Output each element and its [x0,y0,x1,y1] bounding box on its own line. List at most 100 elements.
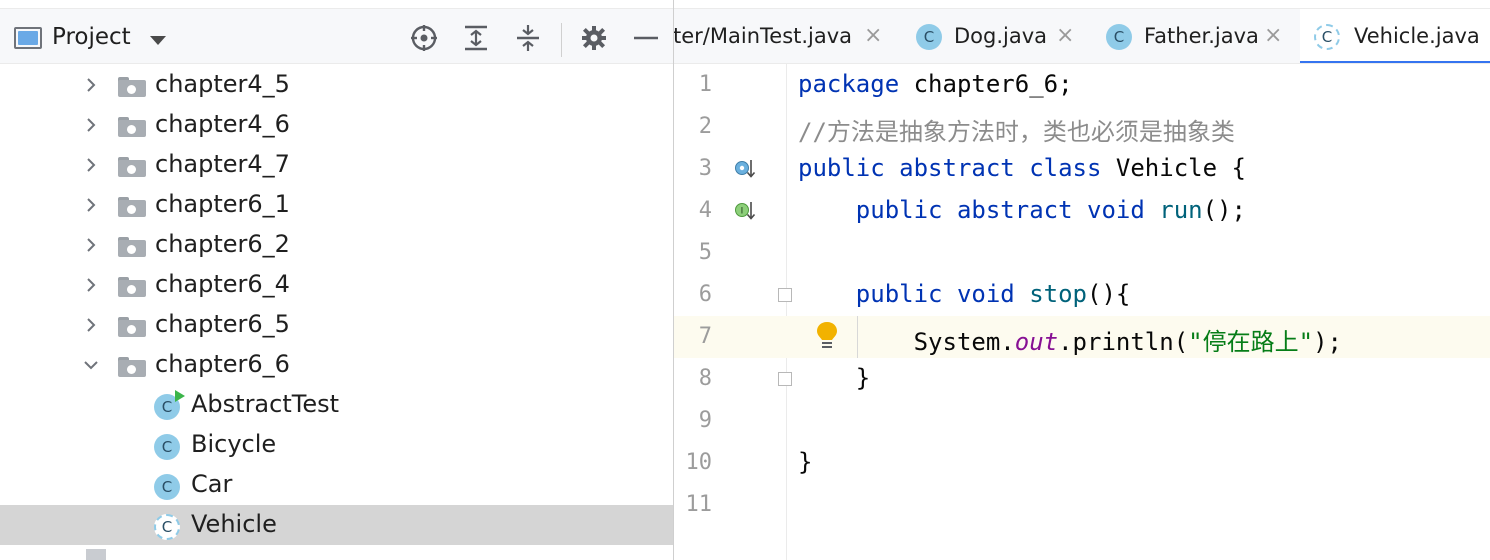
code-line[interactable]: 9 [674,400,1490,442]
line-number: 1 [698,72,712,97]
package-folder-icon [118,237,146,257]
tree-item-package-expanded[interactable]: chapter6_6 [0,345,673,385]
project-window-icon [14,27,42,49]
code-text[interactable]: package chapter6_6; [798,70,1073,98]
project-view-selector[interactable]: Project [52,24,131,50]
code-line-current[interactable]: 7 System.out.println("停在路上"); [674,316,1490,358]
tree-item-package[interactable]: chapter6_4 [0,265,673,305]
tab-label: Father.java [1144,24,1259,48]
chevron-down-icon[interactable] [83,357,99,373]
chevron-right-icon[interactable] [83,277,99,293]
class-icon: C [1106,24,1132,50]
tree-item-partial[interactable] [0,545,673,560]
chevron-right-icon[interactable] [83,157,99,173]
code-text[interactable]: public void stop(){ [798,280,1131,308]
tree-item-label: Vehicle [191,510,277,538]
chevron-down-icon[interactable] [150,36,166,45]
package-folder-icon [118,357,146,377]
run-marker-icon [175,390,185,402]
tab-vehicle[interactable]: C Vehicle.java [1300,9,1490,63]
tree-item-class-selected[interactable]: C Vehicle [0,505,673,545]
tab-father[interactable]: C Father.java × [1094,9,1292,63]
code-text[interactable]: System.out.println("停在路上"); [798,322,1342,357]
fold-marker-icon[interactable] [778,288,792,302]
line-number: 3 [698,156,712,181]
close-icon[interactable]: × [864,23,882,48]
overridden-method-marker-icon[interactable] [734,158,756,180]
tree-item-label: chapter6_5 [155,310,290,338]
file-icon [86,549,106,560]
line-number: 5 [698,240,712,265]
tree-item-label: chapter4_6 [155,110,290,138]
tab-label: Dog.java [954,24,1048,48]
tree-item-package[interactable]: chapter4_7 [0,145,673,185]
line-number: 9 [698,408,712,433]
toolbar-separator [561,23,562,57]
svg-text:I: I [741,207,744,217]
chevron-right-icon[interactable] [83,77,99,93]
code-text[interactable]: public abstract class Vehicle { [798,154,1246,182]
tree-item-package[interactable]: chapter6_1 [0,185,673,225]
package-folder-icon [118,77,146,97]
line-number: 10 [685,450,713,475]
code-text[interactable]: } [798,364,870,392]
tree-item-package[interactable]: chapter6_5 [0,305,673,345]
project-panel-header: Project [0,8,673,64]
fold-marker-icon[interactable] [778,372,792,386]
tree-item-label: chapter6_1 [155,190,290,218]
chevron-right-icon[interactable] [83,317,99,333]
chevron-right-icon[interactable] [83,237,99,253]
gear-icon[interactable] [579,23,609,53]
code-line[interactable]: 4 I public abstract void run(); [674,190,1490,232]
line-number: 4 [698,198,712,223]
tree-item-package[interactable]: chapter4_5 [0,65,673,105]
line-number: 8 [698,366,712,391]
class-icon: C [154,474,180,500]
tree-item-package[interactable]: chapter6_2 [0,225,673,265]
tree-item-class[interactable]: C Car [0,465,673,505]
chevron-right-icon[interactable] [83,117,99,133]
code-line[interactable]: 6 public void stop(){ [674,274,1490,316]
code-line[interactable]: 10 } [674,442,1490,484]
package-folder-icon [118,317,146,337]
chevron-right-icon[interactable] [83,197,99,213]
code-text[interactable]: public abstract void run(); [798,196,1246,224]
expand-all-icon[interactable] [461,23,491,53]
code-line[interactable]: 8 } [674,358,1490,400]
implemented-method-marker-icon[interactable]: I [734,200,756,222]
tree-item-class[interactable]: C AbstractTest [0,385,673,425]
tab-maintest[interactable]: fter/MainTest.java × [674,9,896,63]
code-text[interactable]: } [798,448,812,476]
close-icon[interactable]: × [1056,23,1074,48]
tree-item-class[interactable]: C Bicycle [0,425,673,465]
code-line[interactable]: 1 package chapter6_6; [674,64,1490,106]
tree-item-package[interactable]: chapter4_6 [0,105,673,145]
package-folder-icon [118,157,146,177]
tab-label: Vehicle.java [1354,24,1480,48]
abstract-class-icon: C [1314,24,1340,50]
code-comment[interactable]: //方法是抽象方法时，类也必须是抽象类 [798,112,1235,147]
abstract-class-icon: C [154,514,180,540]
package-folder-icon [118,277,146,297]
line-number: 11 [685,492,713,517]
code-line[interactable]: 3 public abstract class Vehicle { [674,148,1490,190]
tree-item-label: chapter6_6 [155,350,290,378]
collapse-all-icon[interactable] [513,23,543,53]
code-line[interactable]: 11 [674,484,1490,526]
tab-dog[interactable]: C Dog.java × [904,9,1084,63]
class-icon: C [916,24,942,50]
close-icon[interactable]: × [1264,23,1282,48]
package-folder-icon [118,117,146,137]
tree-item-label: chapter4_7 [155,150,290,178]
tree-item-label: chapter4_5 [155,70,290,98]
line-number: 6 [698,282,712,307]
minimize-icon[interactable] [631,23,661,53]
code-line[interactable]: 5 [674,232,1490,274]
editor-tab-bar: fter/MainTest.java × C Dog.java × C Fath… [674,8,1490,64]
code-line[interactable]: 2 //方法是抽象方法时，类也必须是抽象类 [674,106,1490,148]
class-icon: C [154,434,180,460]
tree-item-label: AbstractTest [191,390,340,418]
locate-icon[interactable] [409,23,439,53]
tree-item-label: chapter6_2 [155,230,290,258]
tab-label: fter/MainTest.java [674,24,853,48]
